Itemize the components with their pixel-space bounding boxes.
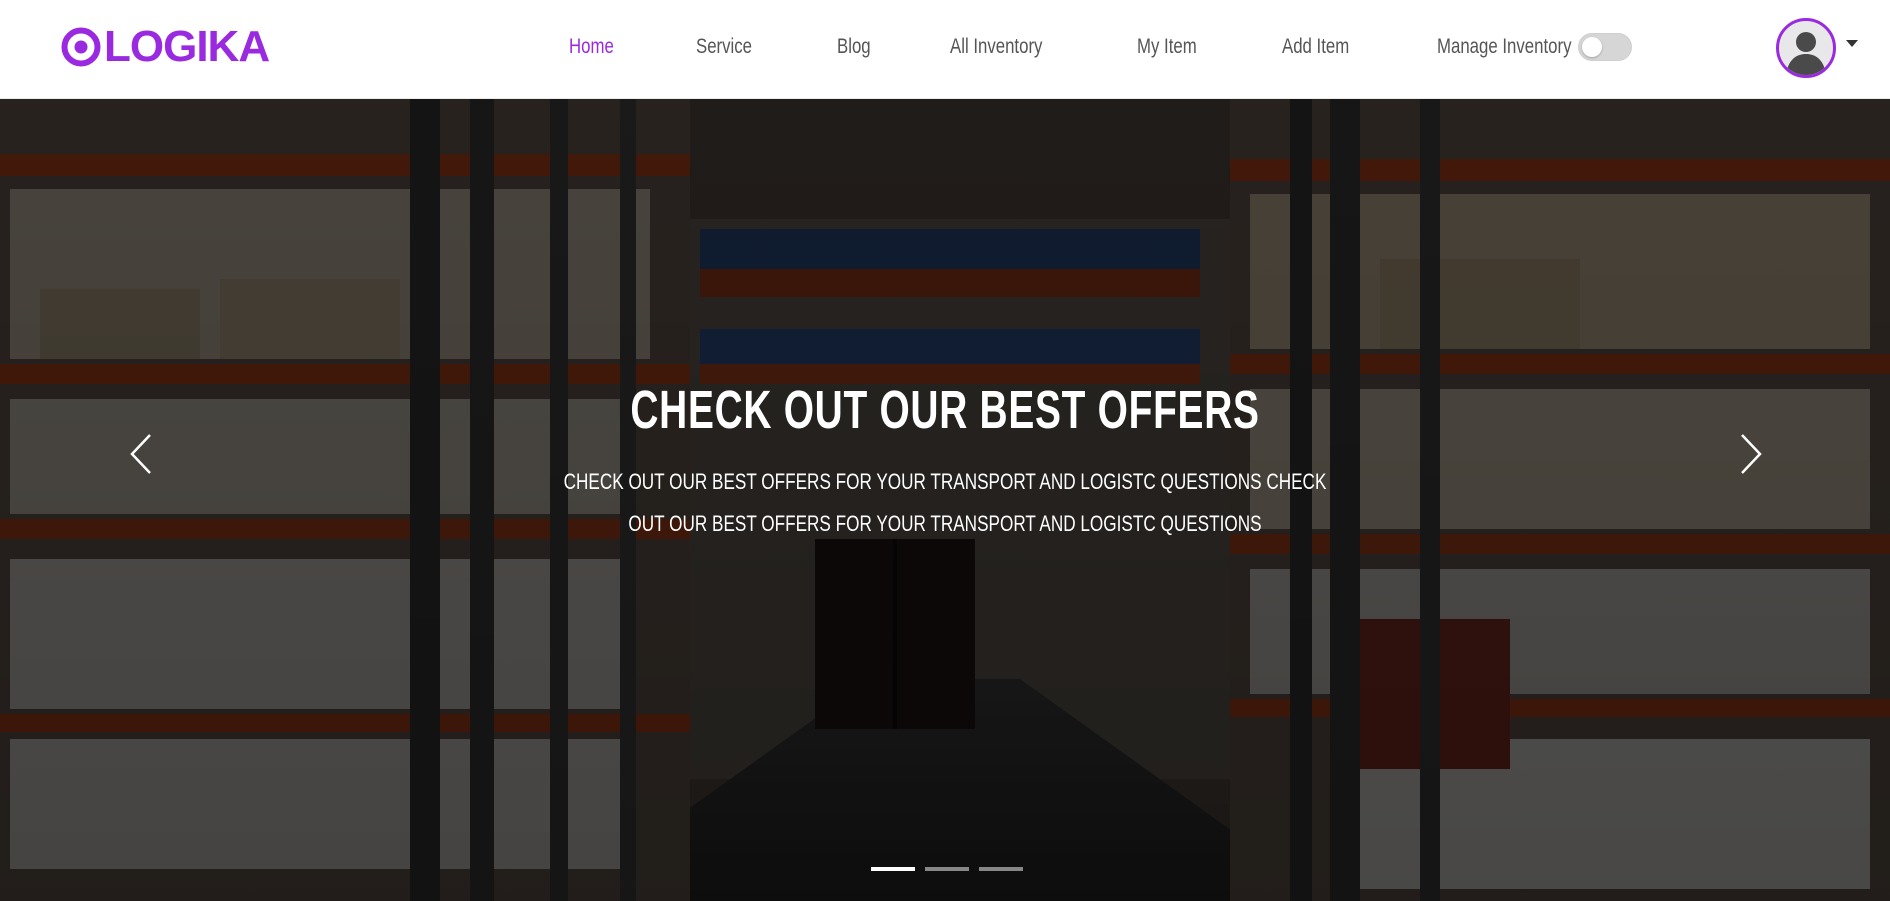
nav-my-item[interactable]: My Item bbox=[1137, 35, 1197, 59]
nav-manage-inventory[interactable]: Manage Inventory bbox=[1437, 35, 1571, 59]
theme-toggle[interactable] bbox=[1578, 33, 1632, 61]
carousel-prev-button[interactable] bbox=[122, 429, 162, 479]
carousel-indicator[interactable] bbox=[925, 867, 969, 871]
brand-name: LOGIKA bbox=[104, 22, 270, 71]
nav-blog[interactable]: Blog bbox=[837, 35, 871, 59]
carousel-indicators bbox=[871, 867, 1023, 871]
user-silhouette-icon bbox=[1786, 32, 1826, 75]
caret-down-icon[interactable] bbox=[1846, 40, 1858, 47]
nav-add-item[interactable]: Add Item bbox=[1282, 35, 1349, 59]
brand-logo[interactable]: LOGIKA bbox=[60, 22, 270, 72]
navbar: LOGIKA Home Service Blog All Inventory M… bbox=[0, 0, 1890, 99]
chevron-left-icon bbox=[130, 434, 151, 474]
nav-home[interactable]: Home bbox=[569, 35, 614, 59]
logo-ring-icon bbox=[61, 27, 101, 67]
nav-service[interactable]: Service bbox=[696, 35, 752, 59]
hero-title: CHECK OUT OUR BEST OFFERS bbox=[630, 380, 1260, 440]
carousel-indicator[interactable] bbox=[979, 867, 1023, 871]
nav-links: Home Service Blog All Inventory My Item … bbox=[569, 30, 1605, 64]
nav-all-inventory[interactable]: All Inventory bbox=[950, 35, 1042, 59]
avatar[interactable] bbox=[1776, 18, 1836, 78]
carousel-next-button[interactable] bbox=[1730, 429, 1770, 479]
hero-carousel: CHECK OUT OUR BEST OFFERS CHECK OUT OUR … bbox=[0, 99, 1890, 901]
hero-subtitle: CHECK OUT OUR BEST OFFERS FOR YOUR TRANS… bbox=[563, 469, 1327, 536]
chevron-right-icon bbox=[1741, 434, 1762, 474]
toggle-knob bbox=[1582, 37, 1602, 57]
carousel-indicator[interactable] bbox=[871, 867, 915, 871]
